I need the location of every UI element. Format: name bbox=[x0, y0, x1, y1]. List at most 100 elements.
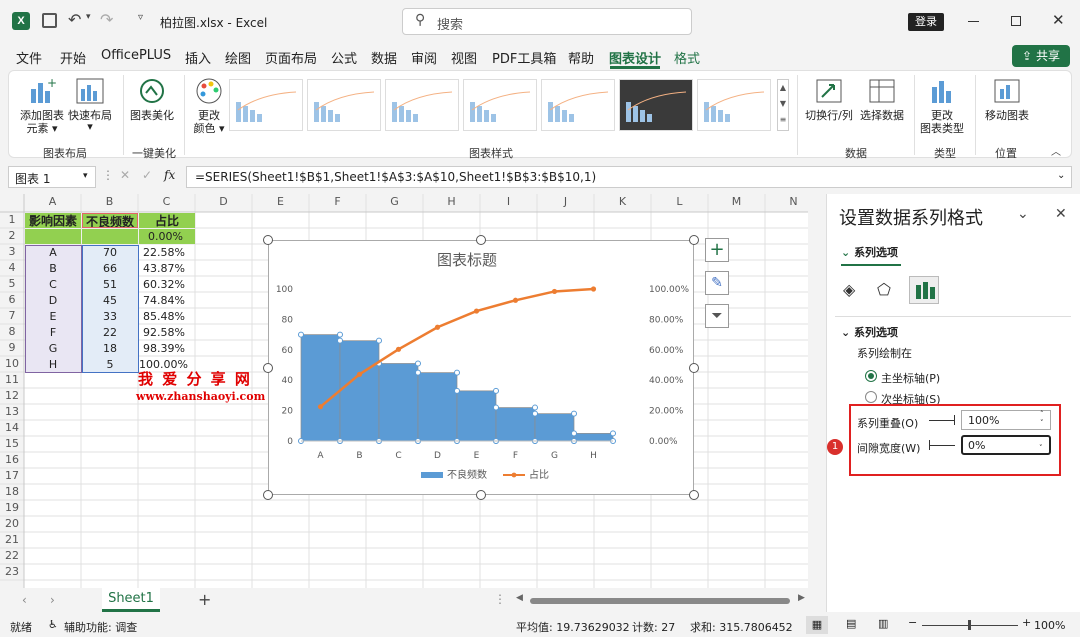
cell-c6[interactable]: 74.84% bbox=[139, 293, 195, 309]
chart-beautify-button[interactable]: 图表美化 bbox=[127, 77, 177, 133]
row-header[interactable]: 6 bbox=[0, 292, 24, 308]
normal-view-button[interactable]: ▦ bbox=[806, 616, 828, 634]
tab-page-layout[interactable]: 页面布局 bbox=[265, 48, 317, 67]
page-break-view-icon[interactable]: ▥ bbox=[878, 617, 888, 630]
series-options-section[interactable]: ⌄ 系列选项 bbox=[841, 324, 898, 340]
row-header[interactable]: 15 bbox=[0, 436, 24, 452]
status-count[interactable]: 计数: 27 bbox=[632, 619, 675, 635]
cell-c8[interactable]: 92.58% bbox=[139, 325, 195, 341]
tab-officeplus[interactable]: OfficePLUS bbox=[101, 48, 171, 63]
chart-elements-button[interactable]: + bbox=[705, 238, 729, 262]
minimize-icon[interactable] bbox=[968, 21, 979, 22]
tab-insert[interactable]: 插入 bbox=[185, 48, 211, 67]
prev-sheet-icon[interactable]: ‹ bbox=[22, 593, 27, 607]
collapse-ribbon-icon[interactable]: ︿ bbox=[1051, 143, 1061, 158]
tab-draw[interactable]: 绘图 bbox=[225, 48, 251, 67]
row-header[interactable]: 20 bbox=[0, 516, 24, 532]
overlap-slider[interactable] bbox=[929, 415, 955, 425]
pareto-chart[interactable]: 图表标题 0 20 40 60 80 100 0.00% 20.00% 40.00% 60.00% 8… bbox=[269, 241, 695, 496]
pane-close-icon[interactable]: ✕ bbox=[1055, 206, 1067, 222]
tab-data[interactable]: 数据 bbox=[371, 48, 397, 67]
cell-c5[interactable]: 60.32% bbox=[139, 277, 195, 293]
row-header[interactable]: 14 bbox=[0, 420, 24, 436]
tab-home[interactable]: 开始 bbox=[60, 48, 86, 67]
secondary-axis-radio[interactable] bbox=[865, 391, 877, 403]
cell-a1[interactable]: 影响因素 bbox=[25, 213, 81, 228]
change-colors-button[interactable]: 更改 颜色 ▾ bbox=[187, 77, 231, 135]
effects-icon[interactable]: ⬠ bbox=[877, 280, 891, 299]
chart-style-2[interactable] bbox=[307, 79, 381, 131]
zoom-out-icon[interactable]: − bbox=[908, 616, 917, 629]
tab-file[interactable]: 文件 bbox=[16, 48, 42, 67]
login-button[interactable]: 登录 bbox=[908, 13, 944, 31]
scroll-right-icon[interactable]: ▶ bbox=[798, 593, 805, 603]
column-header-c[interactable]: C bbox=[138, 194, 195, 210]
cell-b2[interactable] bbox=[82, 229, 138, 244]
cell-c4[interactable]: 43.87% bbox=[139, 261, 195, 277]
cell-b1[interactable]: 不良频数 bbox=[82, 213, 138, 228]
column-header-e[interactable]: E bbox=[252, 194, 309, 210]
spin-arrows-icon[interactable]: ˄ ˅ bbox=[1039, 435, 1043, 453]
tab-help[interactable]: 帮助 bbox=[568, 48, 594, 67]
row-header[interactable]: 13 bbox=[0, 404, 24, 420]
column-header-l[interactable]: L bbox=[651, 194, 708, 210]
tab-view[interactable]: 视图 bbox=[451, 48, 477, 67]
row-header[interactable]: 10 bbox=[0, 356, 24, 372]
column-header-k[interactable]: K bbox=[594, 194, 651, 210]
row-header[interactable]: 7 bbox=[0, 308, 24, 324]
redo-icon[interactable]: ↷ bbox=[100, 10, 113, 29]
chart-handle[interactable] bbox=[263, 363, 273, 373]
select-data-button[interactable]: 选择数据 bbox=[857, 77, 907, 133]
move-chart-button[interactable]: 移动图表 bbox=[979, 77, 1035, 133]
change-chart-type-button[interactable]: 更改 图表类型 bbox=[917, 77, 967, 135]
search-box[interactable]: ⚲ 搜索 bbox=[402, 8, 692, 35]
chart-style-6[interactable] bbox=[619, 79, 693, 131]
row-header[interactable]: 1 bbox=[0, 212, 24, 228]
insert-function-icon[interactable]: fx bbox=[164, 168, 175, 182]
column-header-n[interactable]: N bbox=[765, 194, 808, 210]
cell-c2[interactable]: 0.00% bbox=[139, 229, 195, 244]
zoom-level[interactable]: 100% bbox=[1034, 619, 1065, 632]
zoom-in-icon[interactable]: + bbox=[1022, 616, 1031, 629]
row-header[interactable]: 4 bbox=[0, 260, 24, 276]
column-header-g[interactable]: G bbox=[366, 194, 423, 210]
tab-pdf-tools[interactable]: PDF工具箱 bbox=[492, 48, 556, 67]
accessibility-icon[interactable]: ♿ bbox=[48, 618, 58, 631]
column-header-m[interactable]: M bbox=[708, 194, 765, 210]
chart-style-3[interactable] bbox=[385, 79, 459, 131]
status-average[interactable]: 平均值: 19.73629032 bbox=[516, 619, 630, 635]
chart-area[interactable]: 图表标题 0 20 40 60 80 100 0.00% 20.00% 40.00% 60.00% 8… bbox=[268, 240, 694, 495]
customize-qat-icon[interactable]: ▿ bbox=[138, 12, 143, 23]
row-header[interactable]: 12 bbox=[0, 388, 24, 404]
chart-handle[interactable] bbox=[263, 235, 273, 245]
chart-filter-button[interactable]: ⏷ bbox=[705, 304, 729, 328]
expand-formula-icon[interactable]: ⌄ bbox=[1057, 170, 1065, 181]
tab-chart-design[interactable]: 图表设计 bbox=[609, 48, 661, 67]
name-box[interactable]: 图表 1 ▾ bbox=[8, 166, 96, 188]
chart-handle[interactable] bbox=[476, 235, 486, 245]
chart-style-5[interactable] bbox=[541, 79, 615, 131]
column-header-d[interactable]: D bbox=[195, 194, 252, 210]
next-sheet-icon[interactable]: › bbox=[50, 593, 55, 607]
row-header[interactable]: 22 bbox=[0, 548, 24, 564]
chart-style-1[interactable] bbox=[229, 79, 303, 131]
chart-handle[interactable] bbox=[689, 363, 699, 373]
chart-styles-gallery[interactable] bbox=[229, 79, 775, 135]
chart-style-7[interactable] bbox=[697, 79, 771, 131]
zoom-slider[interactable] bbox=[922, 620, 1018, 630]
cancel-entry-icon[interactable]: ✕ bbox=[120, 168, 130, 182]
cell-c3[interactable]: 22.58% bbox=[139, 245, 195, 261]
primary-axis-radio[interactable] bbox=[865, 370, 877, 382]
tab-review[interactable]: 审阅 bbox=[411, 48, 437, 67]
worksheet[interactable]: A B C D E F G H I J K L M N 1 2 3 4 5 6 … bbox=[0, 194, 808, 588]
chart-style-4[interactable] bbox=[463, 79, 537, 131]
horizontal-scrollbar[interactable] bbox=[530, 598, 790, 604]
add-chart-element-button[interactable]: + 添加图表 元素 ▾ bbox=[19, 77, 65, 135]
name-box-dropdown-icon[interactable]: ▾ bbox=[83, 171, 88, 181]
tab-options-icon[interactable]: ⋮ bbox=[494, 592, 506, 606]
switch-row-column-button[interactable]: 切换行/列 bbox=[803, 77, 855, 133]
row-header[interactable]: 18 bbox=[0, 484, 24, 500]
row-header[interactable]: 16 bbox=[0, 452, 24, 468]
gallery-scroll[interactable]: ▲ ▼ ≡ bbox=[777, 79, 789, 131]
row-header[interactable]: 9 bbox=[0, 340, 24, 356]
